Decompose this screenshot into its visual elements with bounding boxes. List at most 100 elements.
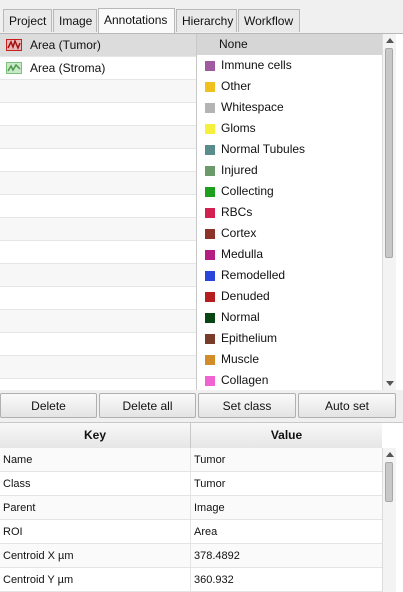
delete-all-button[interactable]: Delete all <box>99 393 196 418</box>
class-label: Collecting <box>221 184 274 198</box>
measurement-key: ROI <box>3 526 23 538</box>
column-divider <box>190 544 191 568</box>
class-label: Immune cells <box>221 58 292 72</box>
table-header: Key Value <box>0 423 382 449</box>
class-label: Normal <box>221 310 260 324</box>
class-item[interactable]: None <box>197 34 382 55</box>
table-scrollbar[interactable] <box>382 448 396 592</box>
table-row[interactable]: Name Tumor <box>0 448 382 472</box>
class-color-swatch <box>205 102 215 113</box>
class-item[interactable]: Collecting <box>197 181 382 202</box>
class-color-swatch <box>205 81 215 92</box>
measurement-key: Class <box>3 478 31 490</box>
empty-row <box>0 287 196 310</box>
class-label: Other <box>221 79 252 93</box>
measurement-value: Area <box>194 526 218 538</box>
empty-row <box>0 149 196 172</box>
scroll-up-icon[interactable] <box>386 38 394 43</box>
measurement-table: Key Value Name Tumor Class Tumor Parent Image… <box>0 422 403 592</box>
column-divider <box>190 448 191 472</box>
measurement-value: 378.4892 <box>194 550 240 562</box>
key-column-header[interactable]: Key <box>0 423 191 448</box>
empty-row <box>0 80 196 103</box>
annotations-panel: Area (Tumor) Area (Stroma) None Immune ce… <box>0 34 403 390</box>
class-label: Medulla <box>221 247 264 261</box>
class-list[interactable]: None Immune cells Other Whitespace Gloms Norm… <box>197 34 382 390</box>
scrollbar-thumb[interactable] <box>385 48 393 258</box>
scrollbar-thumb[interactable] <box>385 462 393 502</box>
class-label: None <box>219 37 248 51</box>
class-item[interactable]: Normal Tubules <box>197 139 382 160</box>
tab-project[interactable]: Project <box>3 9 52 32</box>
annotation-list[interactable]: Area (Tumor) Area (Stroma) <box>0 34 197 390</box>
tab-hierarchy[interactable]: Hierarchy <box>176 9 237 32</box>
scroll-down-icon[interactable] <box>386 381 394 386</box>
class-color-swatch <box>205 144 215 155</box>
class-item[interactable]: Epithelium <box>197 328 382 349</box>
class-item[interactable]: Other <box>197 76 382 97</box>
empty-row <box>0 264 196 287</box>
class-color-swatch <box>205 60 215 71</box>
annotation-item-stroma[interactable]: Area (Stroma) <box>0 57 196 80</box>
class-item[interactable]: Muscle <box>197 349 382 370</box>
measurement-key: Centroid X µm <box>3 550 74 562</box>
measurement-key: Centroid Y µm <box>3 574 74 586</box>
measurement-value: Tumor <box>194 478 226 490</box>
class-label: Whitespace <box>221 100 284 114</box>
empty-row <box>0 333 196 356</box>
tab-image[interactable]: Image <box>53 9 97 32</box>
class-color-swatch <box>205 270 215 281</box>
class-item[interactable]: Cortex <box>197 223 382 244</box>
measurement-key: Name <box>3 454 33 466</box>
button-bar: Delete Delete all Set class Auto set <box>0 392 403 419</box>
annotation-label: Area (Stroma) <box>30 60 106 75</box>
empty-row <box>0 218 196 241</box>
class-item[interactable]: RBCs <box>197 202 382 223</box>
class-color-swatch <box>205 186 215 197</box>
scroll-up-icon[interactable] <box>386 452 394 457</box>
empty-row <box>0 241 196 264</box>
class-item[interactable]: Gloms <box>197 118 382 139</box>
auto-set-button[interactable]: Auto set <box>298 393 396 418</box>
table-row[interactable]: Centroid X µm 378.4892 <box>0 544 382 568</box>
column-divider <box>190 472 191 496</box>
measurement-value: Tumor <box>194 454 226 466</box>
class-label: Injured <box>221 163 258 177</box>
delete-button[interactable]: Delete <box>0 393 97 418</box>
class-item[interactable]: Normal <box>197 307 382 328</box>
column-divider <box>190 568 191 592</box>
class-label: Gloms <box>221 121 256 135</box>
set-class-button[interactable]: Set class <box>198 393 296 418</box>
tab-workflow[interactable]: Workflow <box>238 9 300 32</box>
tab-bar: Project Image Annotations Hierarchy Work… <box>0 0 403 34</box>
class-item[interactable]: Collagen <box>197 370 382 391</box>
column-divider <box>190 496 191 520</box>
empty-row <box>0 172 196 195</box>
class-color-swatch <box>205 249 215 260</box>
tumor-area-icon <box>6 39 22 51</box>
class-item[interactable]: Injured <box>197 160 382 181</box>
table-row[interactable]: Class Tumor <box>0 472 382 496</box>
measurement-value: Image <box>194 502 225 514</box>
class-list-scrollbar[interactable] <box>382 34 396 390</box>
class-color-swatch <box>205 228 215 239</box>
table-row[interactable]: ROI Area <box>0 520 382 544</box>
class-item[interactable]: Immune cells <box>197 55 382 76</box>
class-item[interactable]: Medulla <box>197 244 382 265</box>
tab-annotations[interactable]: Annotations <box>98 8 175 33</box>
class-label: Epithelium <box>221 331 278 345</box>
table-row[interactable]: Centroid Y µm 360.932 <box>0 568 382 592</box>
table-row[interactable]: Parent Image <box>0 496 382 520</box>
class-item[interactable]: Whitespace <box>197 97 382 118</box>
class-color-swatch <box>205 354 215 365</box>
class-label: Collagen <box>221 373 269 387</box>
class-color-swatch <box>205 207 215 218</box>
class-item[interactable]: Remodelled <box>197 265 382 286</box>
class-color-swatch <box>205 333 215 344</box>
empty-row <box>0 195 196 218</box>
class-item[interactable]: Denuded <box>197 286 382 307</box>
annotation-item-tumor[interactable]: Area (Tumor) <box>0 34 196 57</box>
stroma-area-icon <box>6 62 22 74</box>
value-column-header[interactable]: Value <box>191 423 382 448</box>
class-label: Muscle <box>221 352 260 366</box>
